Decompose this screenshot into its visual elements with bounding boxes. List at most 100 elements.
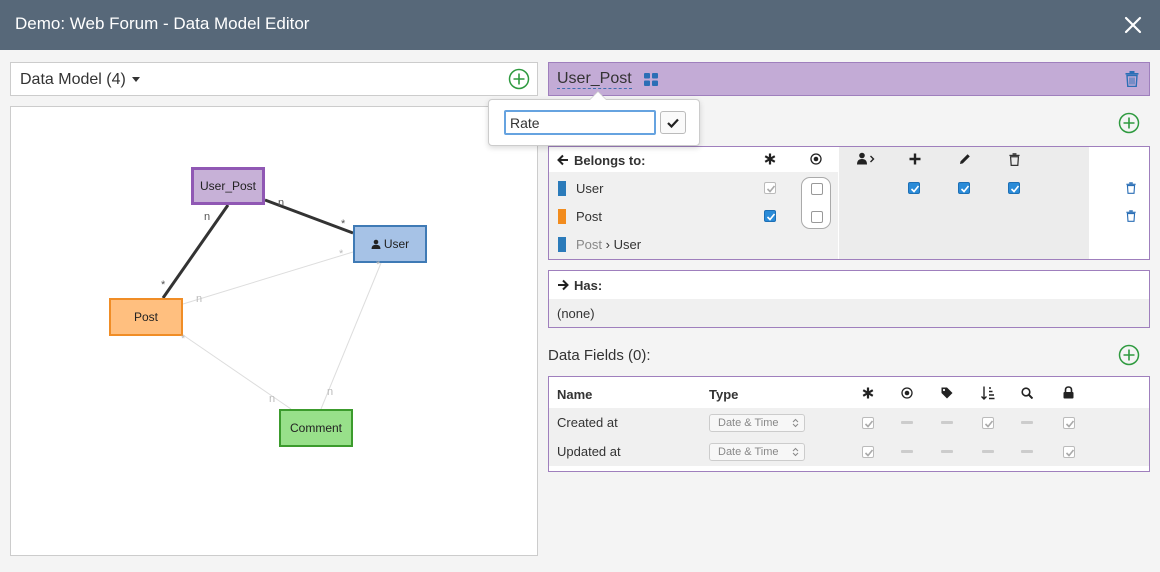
user-chevron-icon [857,152,877,168]
belongs-to-panel: Belongs to: User Post Post › User [548,146,1150,260]
pencil-icon [959,153,971,168]
delete-permission-checkbox[interactable] [1008,182,1020,194]
unique-checkbox[interactable] [811,183,823,195]
unique-checkbox[interactable] [811,211,823,223]
plus-icon [909,153,921,168]
remove-relation-trash-icon[interactable] [1126,210,1136,225]
readonly-checkbox[interactable] [1063,417,1075,429]
entity-color-swatch [558,237,566,252]
link-label-star: * [181,333,186,345]
field-type-value: Date & Time [718,417,779,429]
required-checkbox[interactable] [862,446,874,458]
required-checkbox[interactable] [862,417,874,429]
link-label-n: n [204,211,211,223]
select-chevrons-icon [792,447,799,460]
node-label: User [383,237,410,251]
diagram-node-user[interactable]: User [353,225,427,263]
link-label-star: * [161,279,166,291]
caret-down-icon [131,77,140,83]
link-label-n: n [278,197,285,209]
belongs-row-label: Post [576,209,603,224]
edit-permission-checkbox[interactable] [958,182,970,194]
link-label-n: n [327,386,334,398]
sort-icon [981,386,995,403]
rename-input[interactable] [504,110,656,135]
diagram-canvas[interactable]: User_Post User Post Comment n n * * n * … [10,106,538,556]
has-panel: Has: (none) [548,270,1150,328]
popover-arrow-fill [590,92,606,100]
close-icon[interactable] [1118,10,1148,40]
field-type-value: Date & Time [718,446,779,458]
has-title: Has: [574,278,603,293]
arrow-left-icon [557,154,569,169]
user-icon [371,239,381,249]
link-label-n: n [269,393,276,405]
node-label: Comment [289,421,342,435]
belongs-to-title: Belongs to: [574,153,646,168]
target-icon [901,387,913,402]
required-asterisk-icon [862,387,874,402]
diagram-node-comment[interactable]: Comment [279,409,353,447]
label-disabled-dash [941,421,953,424]
field-type-select[interactable]: Date & Time [709,414,805,432]
remove-relation-trash-icon[interactable] [1126,182,1136,197]
node-label: User_Post [199,179,257,193]
add-entity-plus-icon[interactable] [508,68,530,90]
required-checkbox[interactable] [764,182,776,194]
link-label-star: * [341,218,346,230]
required-asterisk-icon [764,153,776,168]
create-permission-checkbox[interactable] [908,182,920,194]
grid-icon[interactable] [644,73,658,89]
search-disabled-dash [1021,450,1033,453]
belongs-row-label: User [576,181,604,196]
link-label-n: n [196,293,203,305]
diagram-node-post[interactable]: Post [109,298,183,336]
diagram-node-user-post[interactable]: User_Post [191,167,265,205]
title-bar: Demo: Web Forum - Data Model Editor [0,0,1160,50]
entity-color-swatch [558,181,566,196]
has-body-bg [549,299,1149,327]
relation-prefix: Post [576,237,603,252]
unique-disabled-dash [901,450,913,453]
entity-color-swatch [558,209,566,224]
has-empty-text: (none) [557,306,595,321]
delete-entity-trash-icon[interactable] [1125,71,1139,90]
data-model-dropdown[interactable]: Data Model (4) [20,71,140,89]
window-title: Demo: Web Forum - Data Model Editor [15,14,310,33]
arrow-right-icon [557,279,569,294]
lock-icon [1063,386,1074,402]
field-name: Created at [557,415,618,430]
readonly-checkbox[interactable] [1063,446,1075,458]
indirect-relation-label: Post › User [576,237,642,252]
entity-header: User_Post [548,62,1150,96]
confirm-rename-button[interactable] [660,111,686,134]
link-label-star: * [376,259,381,271]
field-type-select[interactable]: Date & Time [709,443,805,461]
entity-name[interactable]: User_Post [557,70,632,89]
label-disabled-dash [941,450,953,453]
add-field-plus-icon[interactable] [1118,344,1140,366]
required-checkbox[interactable] [764,210,776,222]
sortable-checkbox[interactable] [982,417,994,429]
diagram-links [161,198,382,410]
relation-target: User [613,237,642,252]
check-icon [667,118,679,128]
fields-body-bg [549,408,1149,466]
select-chevrons-icon [792,418,799,431]
data-fields-title: Data Fields (0): [548,347,651,364]
tag-icon [941,387,953,402]
link-label-star: * [339,248,344,260]
sortable-disabled-dash [982,450,994,453]
column-header-name: Name [557,387,593,402]
unique-disabled-dash [901,421,913,424]
node-label: Post [133,310,158,324]
column-header-type: Type [709,387,739,402]
data-model-label: Data Model (4) [20,71,126,88]
data-fields-table: Name Type Created at Date & Time Updated… [548,376,1150,472]
target-icon [810,153,822,168]
add-relation-plus-icon[interactable] [1118,112,1140,134]
search-disabled-dash [1021,421,1033,424]
search-icon [1021,387,1034,402]
trash-header-icon [1009,153,1020,169]
rename-popover [488,91,700,146]
